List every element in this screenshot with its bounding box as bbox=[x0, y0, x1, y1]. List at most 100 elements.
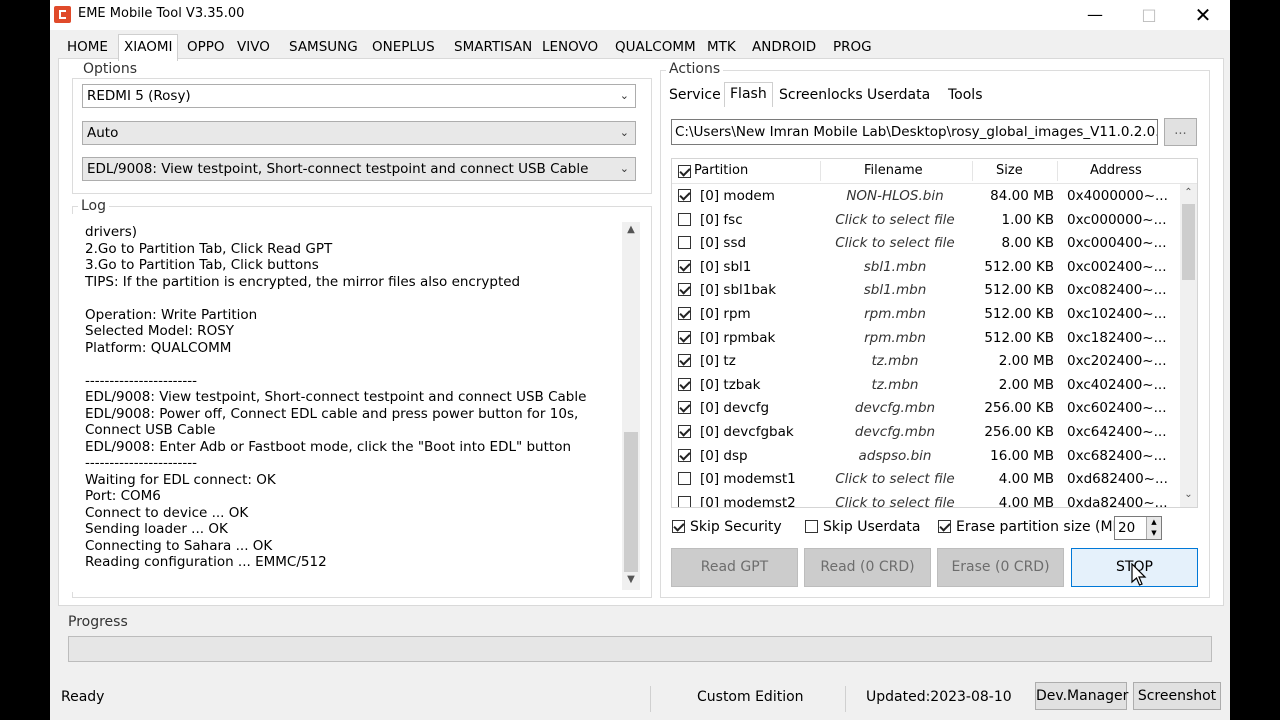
browse-button[interactable]: ... bbox=[1164, 118, 1197, 146]
tab-android[interactable]: ANDROID bbox=[747, 36, 821, 58]
row-checkbox[interactable] bbox=[678, 354, 691, 368]
table-row[interactable]: [0] rpm rpm.mbn 512.00 KB 0xc102400~... bbox=[672, 303, 1182, 327]
partition-file[interactable]: sbl1.mbn bbox=[822, 259, 968, 275]
partition-file[interactable]: devcfg.mbn bbox=[822, 424, 968, 440]
table-row[interactable]: [0] fsc Click to select file 1.00 KB 0xc000… bbox=[672, 209, 1182, 233]
method-select[interactable]: EDL/9008: View testpoint, Short-connect … bbox=[82, 157, 636, 181]
partition-file[interactable]: rpm.mbn bbox=[822, 330, 968, 346]
maximize-button[interactable]: □ bbox=[1122, 0, 1176, 30]
partition-file[interactable]: tz.mbn bbox=[822, 353, 968, 369]
skip-userdata-checkbox[interactable] bbox=[805, 520, 818, 533]
table-row[interactable]: [0] devcfg devcfg.mbn 256.00 KB 0xc602400~.… bbox=[672, 397, 1182, 421]
table-row[interactable]: [0] modem NON-HLOS.bin 84.00 MB 0x4000000~.… bbox=[672, 185, 1182, 209]
tab-lenovo[interactable]: LENOVO bbox=[537, 36, 603, 58]
erase-size-checkbox[interactable] bbox=[938, 520, 951, 533]
erase-size-option[interactable]: Erase partition size (MB) bbox=[938, 518, 1128, 535]
partition-size: 4.00 MB bbox=[998, 471, 1054, 488]
tab-home[interactable]: HOME bbox=[62, 36, 113, 58]
log-scrollbar[interactable]: ▲ ▼ bbox=[622, 222, 640, 590]
subtab-tools[interactable]: Tools bbox=[943, 84, 988, 106]
table-row[interactable]: [0] tz tz.mbn 2.00 MB 0xc202400~... bbox=[672, 350, 1182, 374]
skip-userdata-option[interactable]: Skip Userdata bbox=[805, 518, 920, 535]
partition-file[interactable]: Click to select file bbox=[822, 495, 968, 507]
row-checkbox[interactable] bbox=[678, 212, 691, 226]
row-checkbox[interactable] bbox=[678, 401, 691, 415]
device-manager-button[interactable]: Dev.Manager bbox=[1035, 682, 1128, 710]
partition-scroll-thumb[interactable] bbox=[1182, 204, 1195, 280]
firmware-path-input[interactable]: C:\Users\New Imran Mobile Lab\Desktop\ro… bbox=[671, 119, 1158, 145]
table-row[interactable]: [0] devcfgbak devcfg.mbn 256.00 KB 0xc64240… bbox=[672, 421, 1182, 445]
table-row[interactable]: [0] dsp adspso.bin 16.00 MB 0xc682400~... bbox=[672, 445, 1182, 469]
partition-scrollbar[interactable]: ⌃ ⌄ bbox=[1180, 184, 1197, 507]
partition-file[interactable]: sbl1.mbn bbox=[822, 282, 968, 298]
tab-prog[interactable]: PROG bbox=[828, 36, 877, 58]
partition-file[interactable]: rpm.mbn bbox=[822, 306, 968, 322]
partition-size: 512.00 KB bbox=[984, 258, 1054, 275]
partition-file[interactable]: Click to select file bbox=[822, 471, 968, 487]
partition-file[interactable]: devcfg.mbn bbox=[822, 400, 968, 416]
row-checkbox[interactable] bbox=[678, 495, 691, 507]
erase-size-stepper[interactable]: 20 ▲ ▼ bbox=[1114, 516, 1162, 540]
tab-oneplus[interactable]: ONEPLUS bbox=[367, 36, 440, 58]
row-checkbox[interactable] bbox=[678, 377, 691, 391]
tab-oppo[interactable]: OPPO bbox=[182, 36, 230, 58]
partition-name: [0] devcfg bbox=[700, 400, 770, 417]
subtab-screenlocks[interactable]: Screenlocks bbox=[774, 84, 868, 106]
scroll-down-icon[interactable]: ⌄ bbox=[1180, 489, 1197, 500]
status-divider bbox=[650, 686, 651, 712]
tab-mtk[interactable]: MTK bbox=[702, 36, 741, 58]
row-checkbox[interactable] bbox=[678, 472, 691, 486]
tab-vivo[interactable]: VIVO bbox=[232, 36, 275, 58]
read-button[interactable]: Read (0 CRD) bbox=[804, 548, 931, 587]
model-select[interactable]: REDMI 5 (Rosy) ⌄ bbox=[82, 84, 636, 108]
skip-security-checkbox[interactable] bbox=[672, 520, 685, 533]
table-row[interactable]: [0] rpmbak rpm.mbn 512.00 KB 0xc182400~... bbox=[672, 327, 1182, 351]
row-checkbox[interactable] bbox=[678, 236, 691, 250]
partition-file[interactable]: Click to select file bbox=[822, 235, 968, 251]
partition-file[interactable]: Click to select file bbox=[822, 212, 968, 228]
partition-file[interactable]: tz.mbn bbox=[822, 377, 968, 393]
skip-security-option[interactable]: Skip Security bbox=[672, 518, 782, 535]
chevron-down-icon: ⌄ bbox=[619, 126, 629, 139]
row-checkbox[interactable] bbox=[678, 259, 691, 273]
subtab-service[interactable]: Service bbox=[664, 84, 726, 106]
status-divider bbox=[845, 686, 846, 712]
scroll-down-icon[interactable]: ▼ bbox=[622, 574, 640, 585]
tab-samsung[interactable]: SAMSUNG bbox=[284, 36, 363, 58]
decrement-icon[interactable]: ▼ bbox=[1146, 528, 1161, 539]
row-checkbox[interactable] bbox=[678, 189, 691, 202]
mode-select[interactable]: Auto ⌄ bbox=[82, 121, 636, 145]
row-checkbox[interactable] bbox=[678, 330, 691, 344]
log-output[interactable]: drivers) 2.Go to Partition Tab, Click Re… bbox=[72, 214, 640, 592]
erase-button[interactable]: Erase (0 CRD) bbox=[937, 548, 1064, 587]
tab-xiaomi[interactable]: XIAOMI bbox=[118, 34, 179, 61]
partition-file[interactable]: adspso.bin bbox=[822, 448, 968, 464]
screenshot-button[interactable]: Screenshot bbox=[1133, 682, 1221, 710]
table-row[interactable]: [0] sbl1 sbl1.mbn 512.00 KB 0xc002400~... bbox=[672, 256, 1182, 280]
close-button[interactable]: ✕ bbox=[1176, 0, 1230, 30]
subtab-userdata[interactable]: Userdata bbox=[862, 84, 935, 106]
row-checkbox[interactable] bbox=[678, 425, 691, 438]
partition-address: 0xc202400~... bbox=[1067, 353, 1167, 370]
increment-icon[interactable]: ▲ bbox=[1146, 517, 1161, 528]
row-checkbox[interactable] bbox=[678, 448, 691, 462]
table-row[interactable]: [0] modemst2 Click to select file 4.00 MB 0… bbox=[672, 492, 1182, 507]
partition-size: 512.00 KB bbox=[984, 306, 1054, 322]
table-row[interactable]: [0] tzbak tz.mbn 2.00 MB 0xc402400~... bbox=[672, 374, 1182, 398]
select-all-checkbox[interactable] bbox=[678, 165, 691, 178]
scroll-up-icon[interactable]: ⌃ bbox=[1180, 187, 1197, 198]
log-scroll-thumb[interactable] bbox=[624, 432, 638, 572]
table-row[interactable]: [0] modemst1 Click to select file 4.00 MB 0… bbox=[672, 468, 1182, 492]
tab-smartisan[interactable]: SMARTISAN bbox=[449, 36, 537, 58]
scroll-up-icon[interactable]: ▲ bbox=[622, 224, 640, 235]
table-row[interactable]: [0] sbl1bak sbl1.mbn 512.00 KB 0xc082400~..… bbox=[672, 279, 1182, 303]
minimize-button[interactable]: — bbox=[1068, 0, 1122, 30]
read-gpt-button[interactable]: Read GPT bbox=[671, 548, 798, 587]
table-row[interactable]: [0] ssd Click to select file 8.00 KB 0xc000… bbox=[672, 232, 1182, 256]
row-checkbox[interactable] bbox=[678, 307, 691, 320]
partition-file[interactable]: NON-HLOS.bin bbox=[822, 188, 968, 204]
subtab-flash[interactable]: Flash bbox=[724, 82, 773, 107]
tab-qualcomm[interactable]: QUALCOMM bbox=[610, 36, 701, 58]
app-window: EME Mobile Tool V3.35.00 — □ ✕ HOME XIAOM… bbox=[50, 0, 1230, 720]
row-checkbox[interactable] bbox=[678, 283, 691, 297]
